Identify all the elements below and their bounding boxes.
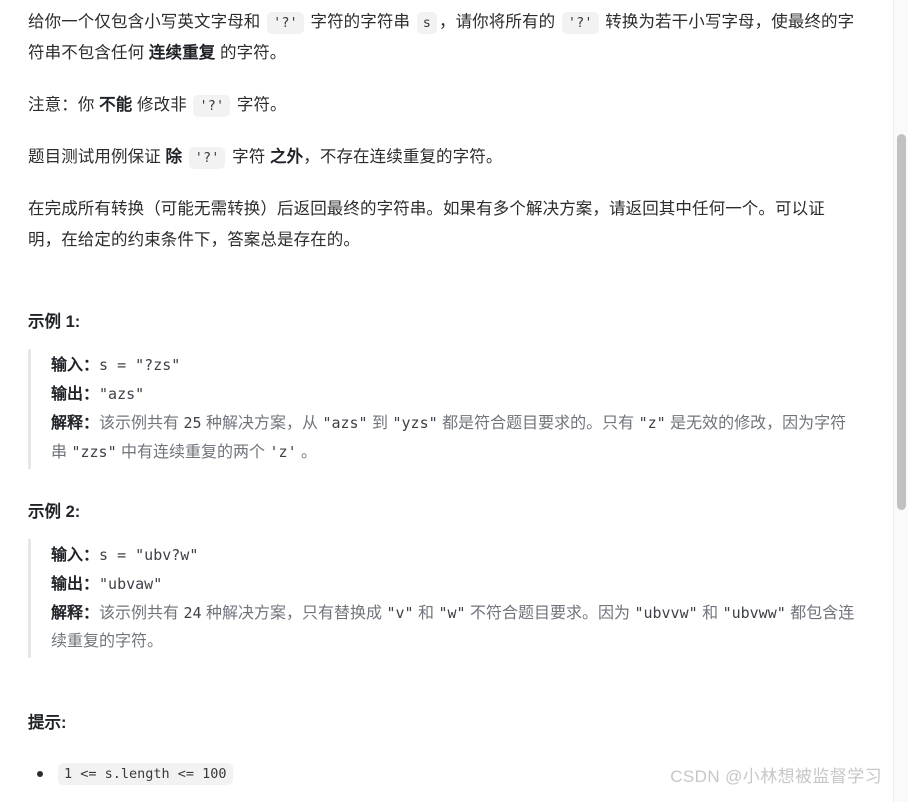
inline-mono: 25 <box>183 414 202 432</box>
inline-code: '?' <box>193 95 231 117</box>
example-2-heading: 示例 2: <box>28 503 81 521</box>
example-1-input-value: s = "?zs" <box>99 356 181 374</box>
example-1-explanation-text: 该示例共有 25 种解决方案，从 "azs" 到 "yzs" 都是符合题目要求的… <box>51 414 846 461</box>
example-1-output-line: 输出："azs" <box>51 380 856 409</box>
paragraph-note: 注意：你 不能 修改非 '?' 字符。 <box>28 90 856 121</box>
text-run: 和 <box>413 605 439 622</box>
paragraph-return: 在完成所有转换（可能无需转换）后返回最终的字符串。如果有多个解决方案，请返回其中… <box>28 194 856 256</box>
example-2-output-line: 输出："ubvaw" <box>51 570 856 599</box>
text-run: 都是符合题目要求的。只有 <box>437 415 639 432</box>
example-1-explanation-line: 解释：该示例共有 25 种解决方案，从 "azs" 到 "yzs" 都是符合题目… <box>51 409 856 467</box>
document-content: 给你一个仅包含小写英文字母和 '?' 字符的字符串 s ，请你将所有的 '?' 转… <box>0 0 884 802</box>
example-2-block: 输入：s = "ubv?w" 输出："ubvaw" 解释：该示例共有 24 种解… <box>28 539 856 658</box>
hints-heading: 提示: <box>28 714 67 732</box>
bullet-icon <box>37 771 43 777</box>
example-2-explanation-text: 该示例共有 24 种解决方案，只有替换成 "v" 和 "w" 不符合题目要求。因… <box>51 604 854 650</box>
hints-spacer <box>28 688 856 710</box>
text-run: 种解决方案，只有替换成 <box>201 605 387 622</box>
inline-code: s <box>416 12 437 34</box>
text-run: 字符。 <box>232 96 287 114</box>
example-2-explanation-label: 解释： <box>51 605 100 622</box>
example-1-block: 输入：s = "?zs" 输出："azs" 解释：该示例共有 25 种解决方案，… <box>28 349 856 469</box>
text-run: 该示例共有 <box>99 605 184 622</box>
text-run: 给你一个仅包含小写英文字母和 <box>28 13 266 31</box>
example-2-input-line: 输入：s = "ubv?w" <box>51 541 856 570</box>
example-2-output-label: 输出： <box>51 576 100 593</box>
text-run: 修改非 <box>132 96 192 114</box>
inline-code: '?' <box>267 12 304 34</box>
inline-code: 1 <= s.length <= 100 <box>58 763 233 785</box>
example-1-explanation-label: 解释： <box>51 415 100 432</box>
vertical-scrollbar-track[interactable] <box>893 0 908 802</box>
text-run: 注意： <box>28 96 78 114</box>
example-1-input-line: 输入：s = "?zs" <box>51 351 856 380</box>
text-run: 的字符。 <box>215 44 287 62</box>
text-run: 。 <box>296 444 318 461</box>
text-run: 种解决方案，从 <box>201 415 323 432</box>
inline-mono: "w" <box>438 604 466 622</box>
text-run: ，不存在连续重复的字符。 <box>303 148 503 166</box>
text-run: 题目测试用例保证 <box>28 148 166 166</box>
example-1-heading: 示例 1: <box>28 313 81 331</box>
inline-code: '?' <box>561 12 599 34</box>
problem-description-page: 给你一个仅包含小写英文字母和 '?' 字符的字符串 s ，请你将所有的 '?' 转… <box>0 0 908 802</box>
paragraph-intro: 给你一个仅包含小写英文字母和 '?' 字符的字符串 s ，请你将所有的 '?' 转… <box>28 0 856 69</box>
inline-mono: "zzs" <box>71 443 117 461</box>
text-run: ，请你将所有的 <box>438 13 560 31</box>
text-run: 字符 <box>227 148 271 166</box>
vertical-scrollbar-thumb[interactable] <box>897 134 906 510</box>
emphasis-text: 连续重复 <box>148 44 216 62</box>
inline-mono: "ubvww" <box>722 604 786 622</box>
inline-mono: 'z' <box>269 443 297 461</box>
example-1-output-value: "azs" <box>99 385 145 403</box>
text-run: 在完成所有转换（可能无需转换）后返回最终的字符串。如果有多个解决方案，请返回其中… <box>28 200 825 249</box>
emphasis-text: 除 <box>165 148 183 166</box>
example-1-output-label: 输出： <box>51 386 100 403</box>
text-run: 和 <box>697 605 723 622</box>
paragraph-guarantee: 题目测试用例保证 除 '?' 字符 之外，不存在连续重复的字符。 <box>28 142 856 173</box>
inline-mono: "v" <box>386 604 414 622</box>
inline-mono: "z" <box>638 414 666 432</box>
inline-code: '?' <box>188 147 226 169</box>
inline-mono: 24 <box>183 604 202 622</box>
text-run: 字符的字符串 <box>305 13 415 31</box>
example-2-output-value: "ubvaw" <box>99 575 163 593</box>
inline-mono: "yzs" <box>392 414 438 432</box>
text-run: 该示例共有 <box>99 415 184 432</box>
inline-mono: "azs" <box>322 414 368 432</box>
emphasis-text: 不能 <box>99 96 133 114</box>
example-2-explanation-line: 解释：该示例共有 24 种解决方案，只有替换成 "v" 和 "w" 不符合题目要… <box>51 599 856 656</box>
text-run: 不符合题目要求。因为 <box>465 605 635 622</box>
inline-mono: "ubvvw" <box>634 604 698 622</box>
text-run: 你 <box>77 96 100 114</box>
example-2-input-value: s = "ubv?w" <box>99 546 199 564</box>
example-2-input-label: 输入： <box>51 547 100 564</box>
hint-item-1-text: 1 <= s.length <= 100 <box>56 763 235 785</box>
example-1-input-label: 输入： <box>51 357 100 374</box>
text-run: 到 <box>367 415 393 432</box>
text-run: 中有连续重复的两个 <box>116 444 270 461</box>
text-run <box>182 148 187 166</box>
emphasis-text: 之外 <box>270 148 304 166</box>
csdn-watermark: CSDN @小林想被监督学习 <box>670 767 882 786</box>
